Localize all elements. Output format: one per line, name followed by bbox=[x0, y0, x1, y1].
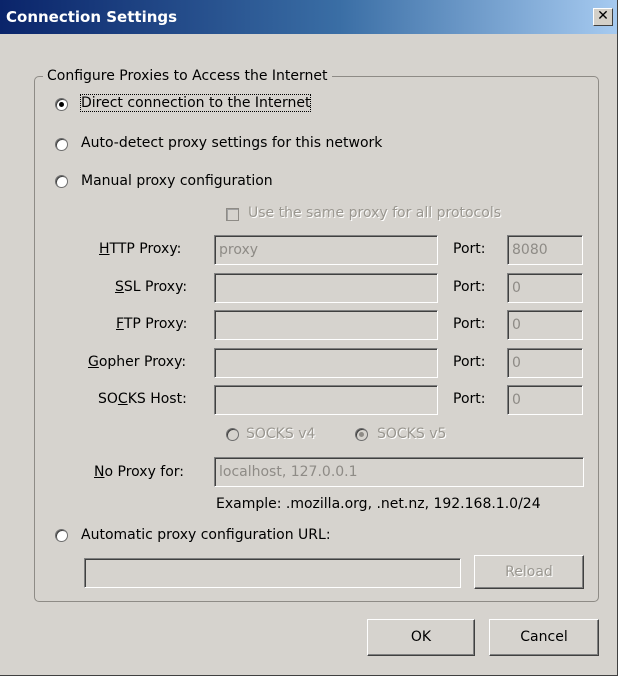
socks-v5-radio[interactable] bbox=[355, 428, 368, 441]
http-proxy-input[interactable]: proxy bbox=[214, 235, 438, 265]
manual-proxy-label[interactable]: Manual proxy configuration bbox=[81, 173, 273, 189]
http-port-input[interactable]: 8080 bbox=[507, 235, 583, 265]
socks-host-label: SOCKS Host: bbox=[98, 391, 187, 407]
ssl-proxy-label: SSL Proxy: bbox=[115, 279, 188, 295]
manual-proxy-radio[interactable] bbox=[55, 175, 68, 188]
no-proxy-input[interactable]: localhost, 127.0.0.1 bbox=[214, 457, 584, 487]
auto-proxy-url-radio[interactable] bbox=[55, 529, 68, 542]
same-proxy-label[interactable]: Use the same proxy for all protocols bbox=[248, 205, 501, 221]
reload-button[interactable]: Reload bbox=[474, 555, 584, 589]
socks-v5-label[interactable]: SOCKS v5 bbox=[377, 426, 446, 442]
proxy-group-legend: Configure Proxies to Access the Internet bbox=[47, 68, 328, 84]
ftp-proxy-input[interactable] bbox=[214, 310, 438, 340]
socks-v4-radio[interactable] bbox=[226, 428, 239, 441]
http-port-label: Port: bbox=[453, 241, 486, 257]
radio-selected-dot bbox=[59, 102, 64, 107]
close-button[interactable]: ✕ bbox=[593, 8, 613, 26]
title-bar[interactable]: Connection Settings ✕ bbox=[0, 0, 617, 34]
close-icon: ✕ bbox=[597, 8, 609, 24]
socks-port-label: Port: bbox=[453, 391, 486, 407]
ok-button-label: OK bbox=[410, 629, 432, 645]
socks-host-input[interactable] bbox=[214, 385, 438, 415]
socks-v4-label[interactable]: SOCKS v4 bbox=[246, 426, 315, 442]
radio-selected-dot bbox=[359, 432, 364, 437]
socks-port-input[interactable]: 0 bbox=[507, 385, 583, 415]
ftp-port-input[interactable]: 0 bbox=[507, 310, 583, 340]
auto-proxy-url-label[interactable]: Automatic proxy configuration URL: bbox=[81, 527, 331, 543]
ssl-port-input[interactable]: 0 bbox=[507, 273, 583, 303]
reload-button-label: Reload bbox=[505, 564, 553, 580]
no-proxy-label: No Proxy for: bbox=[94, 464, 185, 480]
ftp-port-label: Port: bbox=[453, 316, 486, 332]
no-proxy-example: Example: .mozilla.org, .net.nz, 192.168.… bbox=[216, 496, 541, 512]
ftp-proxy-label: FTP Proxy: bbox=[116, 316, 188, 332]
connection-settings-dialog: Connection Settings ✕ Configure Proxies … bbox=[0, 0, 618, 676]
http-proxy-label: HTTP Proxy: bbox=[99, 241, 182, 257]
gopher-port-label: Port: bbox=[453, 354, 486, 370]
direct-connection-label[interactable]: Direct connection to the Internet bbox=[79, 94, 312, 112]
gopher-proxy-label: Gopher Proxy: bbox=[88, 354, 187, 370]
cancel-button[interactable]: Cancel bbox=[489, 619, 599, 656]
auto-proxy-url-input[interactable] bbox=[84, 558, 461, 588]
auto-detect-label[interactable]: Auto-detect proxy settings for this netw… bbox=[81, 135, 382, 151]
cancel-button-label: Cancel bbox=[520, 629, 568, 645]
ssl-port-label: Port: bbox=[453, 279, 486, 295]
ssl-proxy-input[interactable] bbox=[214, 273, 438, 303]
gopher-port-input[interactable]: 0 bbox=[507, 348, 583, 378]
gopher-proxy-input[interactable] bbox=[214, 348, 438, 378]
same-proxy-checkbox[interactable] bbox=[226, 208, 239, 221]
ok-button[interactable]: OK bbox=[367, 619, 475, 656]
direct-connection-radio[interactable] bbox=[55, 98, 68, 111]
auto-detect-radio[interactable] bbox=[55, 138, 68, 151]
dialog-title: Connection Settings bbox=[6, 8, 178, 26]
